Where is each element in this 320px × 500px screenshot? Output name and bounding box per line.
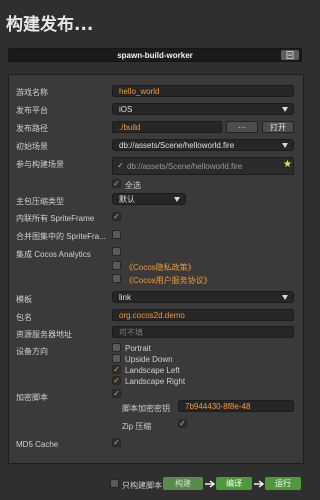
- build-task-name[interactable]: spawn-build-worker: [8, 48, 302, 62]
- orientation-label: 设备方向: [16, 347, 48, 356]
- file-icon[interactable]: [281, 50, 299, 60]
- game-name-label: 游戏名称: [16, 88, 48, 97]
- portrait-checkbox[interactable]: [112, 343, 121, 352]
- open-button[interactable]: 打开: [262, 121, 294, 133]
- encrypt-key-label: 脚本加密密钥: [122, 404, 170, 413]
- template-select[interactable]: link: [112, 291, 294, 303]
- star-icon: ★: [283, 159, 292, 170]
- encrypt-checkbox[interactable]: ✓: [112, 389, 121, 398]
- template-value: link: [119, 292, 132, 302]
- landscape-left-checkbox[interactable]: ✓: [112, 365, 121, 374]
- terms-checkbox[interactable]: [112, 274, 121, 283]
- run-button[interactable]: 运行: [265, 477, 301, 490]
- browse-button[interactable]: ···: [226, 121, 258, 133]
- analytics-checkbox[interactable]: [112, 247, 121, 256]
- chevron-down-icon: [282, 295, 288, 300]
- compile-button[interactable]: 编译: [216, 477, 252, 490]
- compression-select[interactable]: 默认: [112, 193, 186, 205]
- template-label: 模板: [16, 295, 32, 304]
- build-task-name-text: spawn-build-worker: [117, 50, 193, 60]
- package-label: 包名: [16, 313, 32, 322]
- scene-item-path: db://assets/Scene/helloworld.fire: [127, 161, 243, 171]
- upside-down-checkbox[interactable]: [112, 354, 121, 363]
- platform-select[interactable]: iOS: [112, 103, 294, 115]
- build-only-checkbox[interactable]: [110, 479, 119, 488]
- scenes-label: 参与构建场景: [16, 160, 64, 169]
- chevron-down-icon: [282, 107, 288, 112]
- start-scene-select[interactable]: db://assets/Scene/helloworld.fire: [112, 139, 294, 151]
- landscape-right-checkbox[interactable]: ✓: [112, 376, 121, 385]
- inline-sprite-label: 内联所有 SpriteFrame: [16, 214, 95, 223]
- privacy-policy-link[interactable]: 《Cocos隐私政策》: [125, 262, 196, 273]
- server-label: 资源服务器地址: [16, 330, 72, 339]
- window-title: 构建发布...: [6, 15, 94, 35]
- zip-checkbox[interactable]: ✓: [178, 419, 187, 428]
- build-button[interactable]: 构建: [163, 477, 203, 490]
- md5-label: MD5 Cache: [16, 440, 59, 449]
- encrypt-label: 加密脚本: [16, 393, 48, 402]
- platform-value: iOS: [119, 104, 133, 114]
- user-terms-link[interactable]: 《Cocos用户服务协议》: [125, 275, 212, 286]
- scene-item-checkbox[interactable]: ✓: [116, 161, 125, 170]
- inline-sprite-checkbox[interactable]: ✓: [112, 212, 121, 221]
- analytics-label: 集成 Cocos Analytics: [16, 250, 91, 259]
- platform-label: 发布平台: [16, 106, 48, 115]
- build-path-label: 发布路径: [16, 124, 48, 133]
- portrait-label: Portrait: [125, 344, 151, 353]
- compression-value: 默认: [119, 194, 135, 204]
- start-scene-label: 初始场景: [16, 142, 48, 151]
- merge-sprite-label: 合并图集中的 SpriteFra...: [16, 232, 106, 241]
- build-path-input[interactable]: ./build: [112, 121, 222, 133]
- package-input[interactable]: org.cocos2d.demo: [112, 309, 294, 321]
- merge-sprite-checkbox[interactable]: [112, 230, 121, 239]
- compression-label: 主包压缩类型: [16, 197, 64, 206]
- start-scene-value: db://assets/Scene/helloworld.fire: [119, 140, 235, 150]
- chevron-down-icon: [282, 143, 288, 148]
- select-all-label: 全选: [125, 181, 141, 190]
- encrypt-key-input[interactable]: 7b944430-8f8e-48: [178, 400, 294, 412]
- scene-list-item: db://assets/Scene/helloworld.fire: [112, 157, 294, 175]
- build-only-label: 只构建脚本: [122, 481, 162, 490]
- file-glyph: [286, 51, 294, 59]
- upside-down-label: Upside Down: [125, 355, 173, 364]
- game-name-input[interactable]: hello_world: [112, 85, 294, 97]
- md5-checkbox[interactable]: ✓: [112, 438, 121, 447]
- arrow-right-icon: [205, 480, 216, 488]
- zip-label: Zip 压缩: [122, 422, 152, 431]
- chevron-down-icon: [174, 197, 180, 202]
- privacy-checkbox[interactable]: [112, 261, 121, 270]
- arrow-right-icon: [254, 480, 265, 488]
- landscape-left-label: Landscape Left: [125, 366, 180, 375]
- server-input[interactable]: 可不填: [112, 326, 294, 338]
- select-all-checkbox[interactable]: ✓: [112, 179, 121, 188]
- landscape-right-label: Landscape Right: [125, 377, 186, 386]
